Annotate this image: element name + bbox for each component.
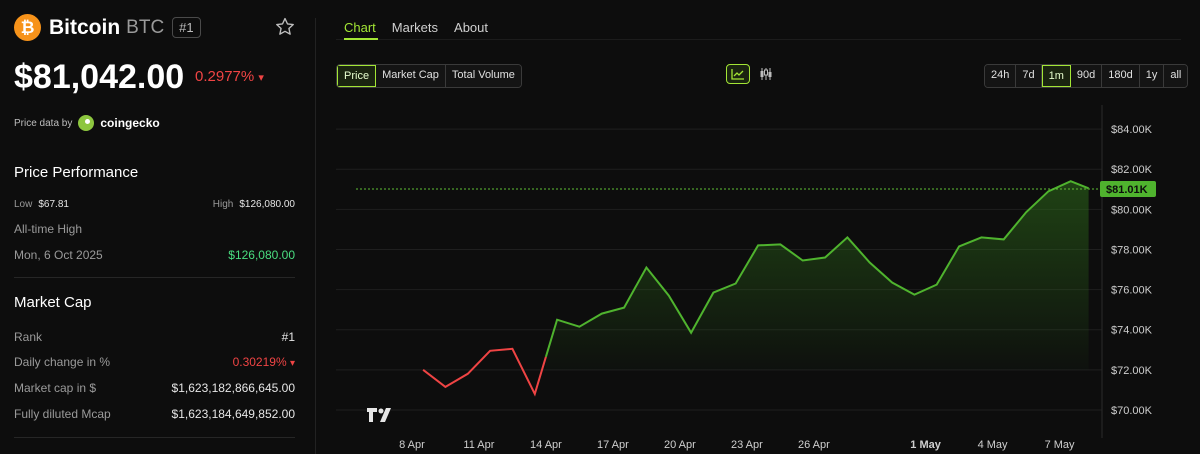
ath-label-row: All-time High: [14, 222, 295, 236]
ath-date: Mon, 6 Oct 2025: [14, 248, 103, 262]
y-tick-label: $76.00K: [1111, 285, 1153, 297]
coingecko-logo-icon: [78, 115, 95, 131]
y-tick-label: $80.00K: [1111, 204, 1153, 216]
x-tick-label: 14 Apr: [530, 439, 562, 451]
y-tick-label: $70.00K: [1111, 405, 1153, 417]
price-performance-title: Price Performance: [14, 164, 139, 181]
ath-value: $126,080.00: [228, 248, 295, 262]
range-all-button[interactable]: all: [1164, 65, 1188, 87]
x-tick-label: 20 Apr: [664, 439, 696, 451]
price-source-label: Price data by: [14, 117, 73, 129]
coin-name: Bitcoin: [49, 15, 121, 39]
time-range-selector: 24h 7d 1m 90d 180d 1y all: [984, 64, 1189, 88]
daily-change-value-group: 0.30219% ▾: [233, 355, 295, 369]
low-item: Low $67.81: [14, 199, 69, 210]
fdv-label: Fully diluted Mcap: [14, 407, 111, 421]
x-axis: 8 Apr 11 Apr 14 Apr 17 Apr 20 Apr 23 Apr 26 Ap…: [399, 439, 1075, 451]
y-tick-label: $82.00K: [1111, 164, 1153, 176]
y-tick-label: $78.00K: [1111, 244, 1153, 256]
rank-label: Rank: [14, 330, 43, 344]
low-value: $67.81: [38, 199, 69, 210]
market-cap-button[interactable]: Market Cap: [376, 65, 446, 87]
coin-info-panel: ₿ Bitcoin BTC #1 $81,042.00 0.2977% ▾ Pr…: [0, 0, 315, 454]
range-180d-button[interactable]: 180d: [1102, 65, 1140, 87]
chart-type-toggle: [726, 64, 778, 84]
price-button[interactable]: Price: [337, 65, 377, 87]
range-1m-button[interactable]: 1m: [1041, 65, 1071, 87]
line-chart-button[interactable]: [726, 64, 750, 84]
market-cap-value: $1,623,182,866,645.00: [171, 381, 295, 395]
high-label: High: [212, 199, 234, 210]
bitcoin-logo-icon: ₿: [14, 14, 41, 41]
current-price: $81,042.00: [14, 58, 185, 96]
x-tick-label: 17 Apr: [597, 439, 629, 451]
y-axis: $84.00K $82.00K $80.00K $78.00K $76.00K $74.0…: [1101, 105, 1153, 438]
coin-header: ₿ Bitcoin BTC #1: [14, 14, 201, 41]
y-tick-label: $84.00K: [1111, 124, 1153, 136]
market-cap-row: Market cap in $ $1,623,182,866,645.00: [14, 381, 295, 395]
rank-badge: #1: [172, 17, 201, 38]
candlestick-button[interactable]: [754, 64, 778, 84]
price-line-down-segment: [422, 347, 547, 397]
down-arrow-icon: ▾: [289, 358, 295, 369]
active-tab-indicator: [344, 38, 378, 40]
range-24h-button[interactable]: 24h: [985, 65, 1017, 87]
price-change-value: 0.2977%: [195, 68, 255, 85]
fdv-row: Fully diluted Mcap $1,623,184,649,852.00: [14, 407, 295, 421]
high-item: High $126,080.00: [213, 199, 295, 210]
panel-separator: [315, 18, 316, 454]
tradingview-logo: [367, 408, 391, 422]
metric-selector: Price Market Cap Total Volume: [336, 64, 522, 88]
down-arrow-icon: ▾: [258, 72, 264, 84]
fdv-value: $1,623,184,649,852.00: [171, 407, 295, 421]
low-high-row: Low $67.81 High $126,080.00: [14, 199, 295, 210]
range-90d-button[interactable]: 90d: [1070, 65, 1103, 87]
ath-row: Mon, 6 Oct 2025 $126,080.00: [14, 248, 295, 262]
low-label: Low: [14, 199, 33, 210]
x-tick-label: 1 May: [910, 439, 941, 451]
star-icon[interactable]: [274, 16, 296, 38]
x-tick-label: 23 Apr: [731, 439, 763, 451]
ath-label: All-time High: [14, 222, 83, 236]
tab-markets[interactable]: Markets: [392, 20, 438, 35]
candlestick-icon: [760, 68, 772, 80]
x-tick-label: 8 Apr: [399, 439, 425, 451]
rank-row: Rank #1: [14, 330, 295, 344]
range-7d-button[interactable]: 7d: [1016, 65, 1042, 87]
y-tick-label: $72.00K: [1111, 365, 1153, 377]
x-tick-label: 11 Apr: [463, 439, 494, 451]
coin-symbol: BTC: [126, 16, 165, 38]
current-price-label: $81.01K: [1106, 184, 1148, 196]
x-tick-label: 7 May: [1045, 439, 1075, 451]
tab-chart[interactable]: Chart: [344, 20, 376, 35]
high-value: $126,080.00: [239, 199, 295, 210]
daily-change-row: Daily change in % 0.30219% ▾: [14, 355, 295, 369]
y-tick-label: $74.00K: [1111, 325, 1153, 337]
market-cap-title: Market Cap: [14, 294, 92, 311]
divider: [14, 277, 295, 278]
tab-bar-border: [336, 39, 1181, 40]
daily-change-value: 0.30219%: [232, 355, 287, 369]
divider: [14, 437, 295, 438]
price-change: 0.2977% ▾: [195, 68, 264, 85]
rank-value: #1: [281, 330, 295, 344]
tab-bar: Chart Markets About: [344, 20, 488, 35]
provider-name[interactable]: coingecko: [100, 116, 159, 130]
price-chart[interactable]: $84.00K $82.00K $80.00K $78.00K $76.00K $74.0…: [336, 105, 1181, 454]
price-source: Price data by coingecko: [14, 115, 160, 131]
market-cap-label: Market cap in $: [14, 381, 97, 395]
total-volume-button[interactable]: Total Volume: [445, 65, 521, 87]
tab-about[interactable]: About: [454, 20, 488, 35]
line-chart-icon: [731, 69, 744, 80]
x-tick-label: 4 May: [978, 439, 1008, 451]
x-tick-label: 26 Apr: [798, 439, 830, 451]
daily-change-label: Daily change in %: [14, 355, 111, 369]
current-price-tag: $81.01K: [1100, 181, 1156, 198]
range-1y-button[interactable]: 1y: [1139, 65, 1165, 87]
